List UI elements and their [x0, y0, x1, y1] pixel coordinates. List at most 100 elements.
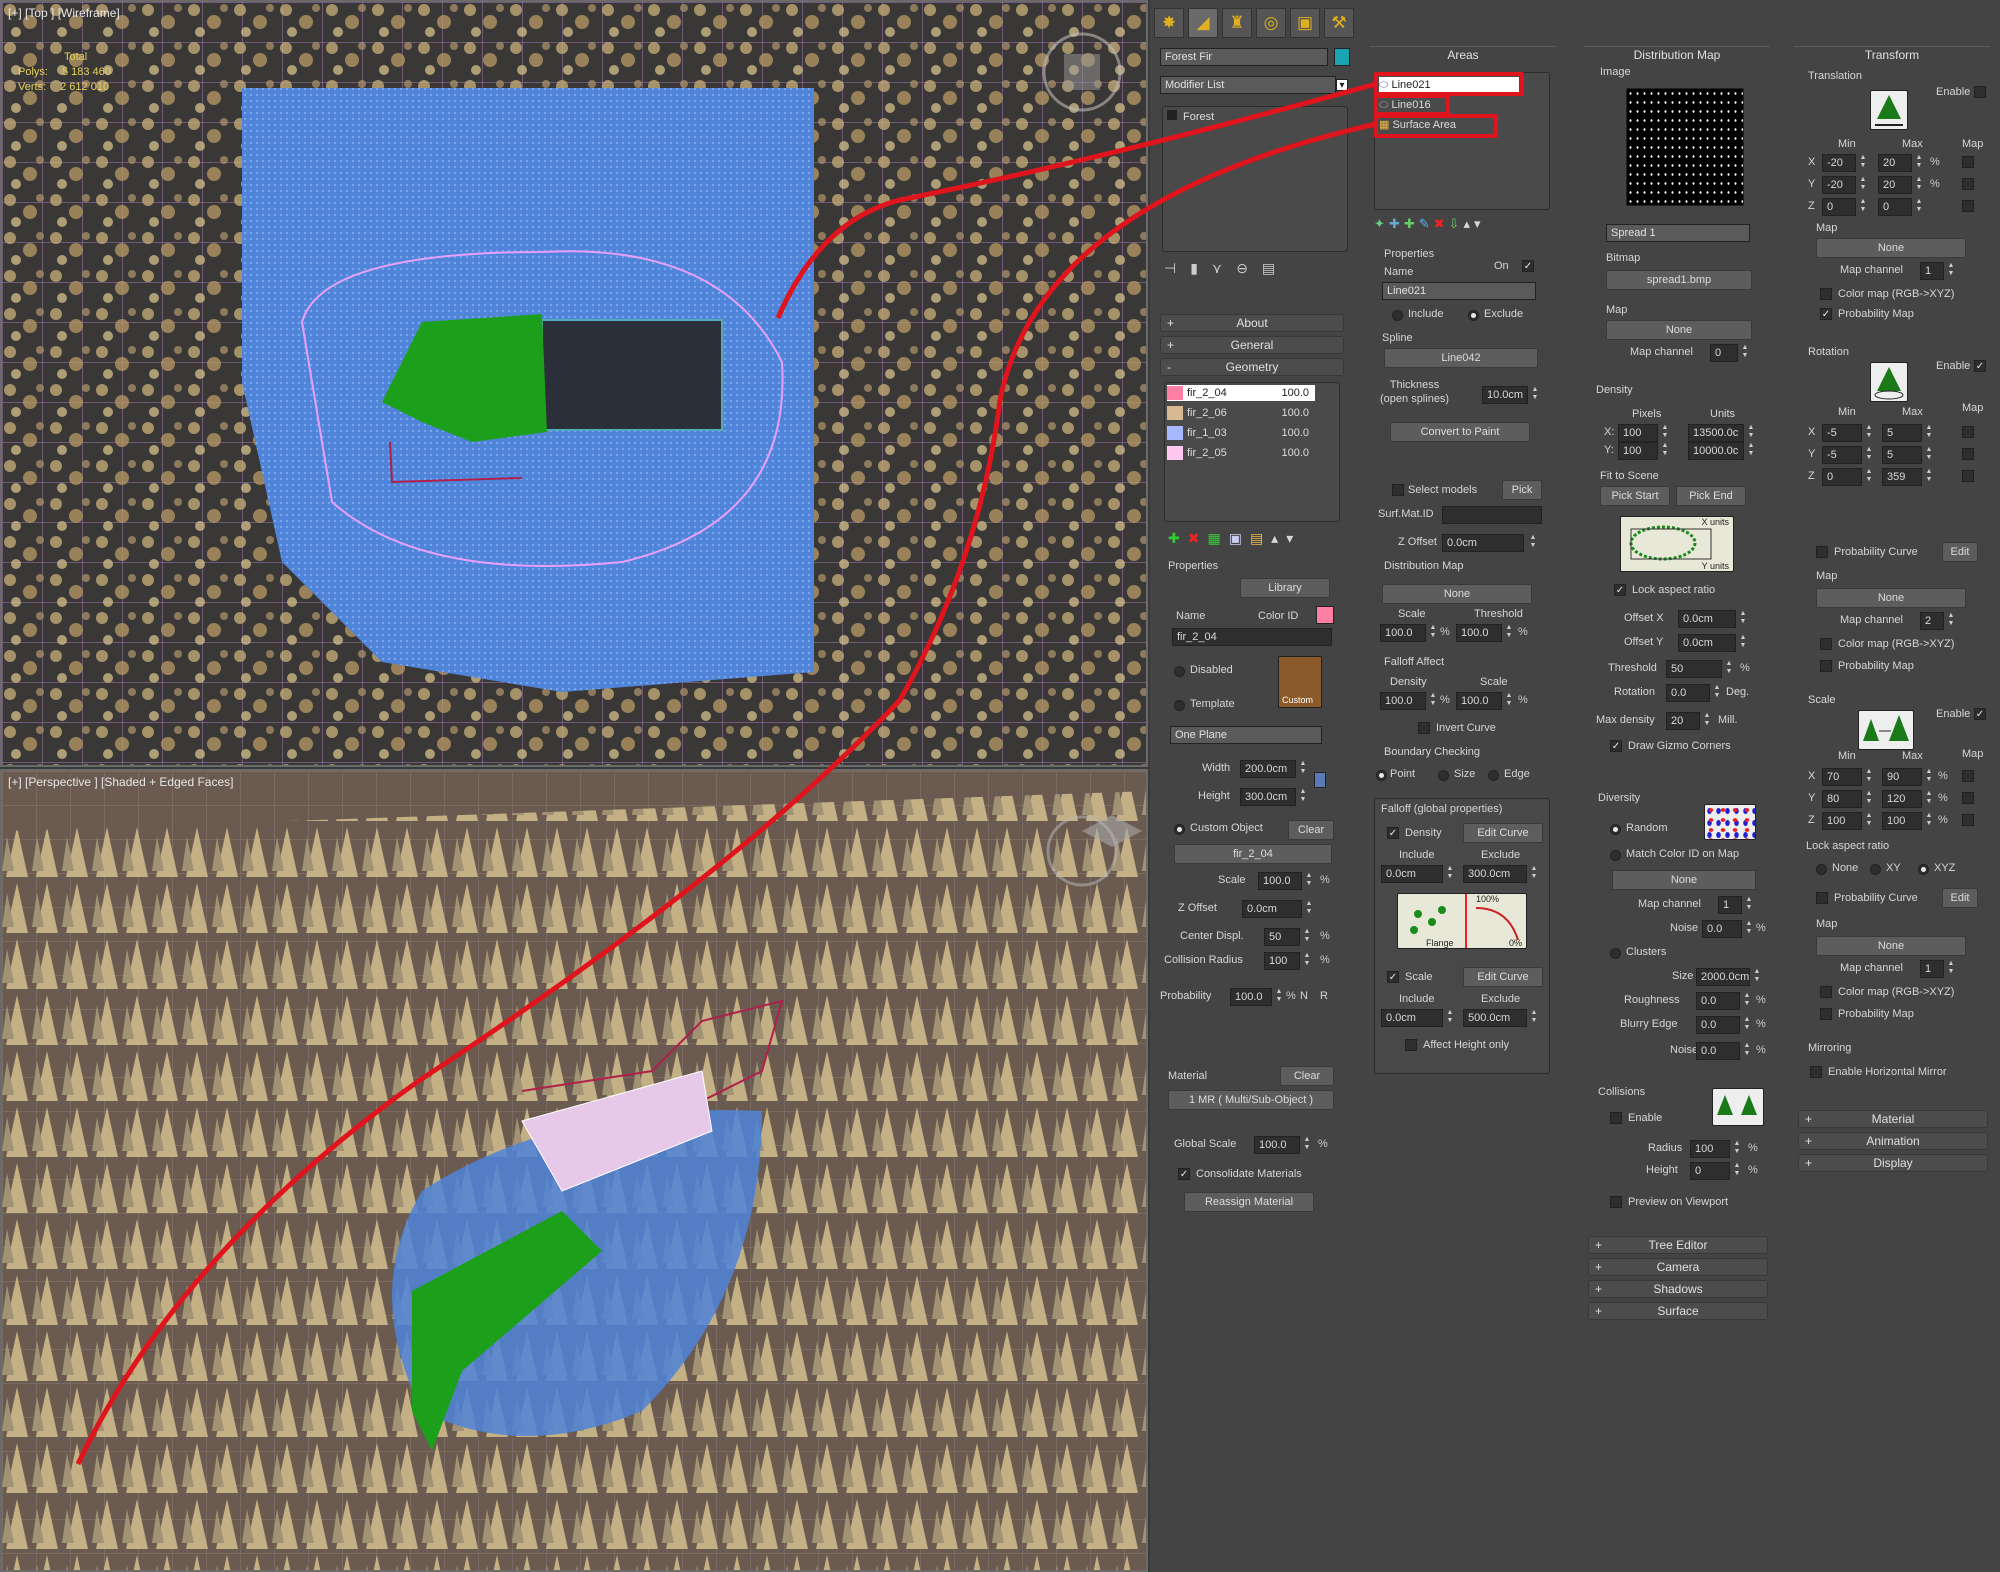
area-scale-field[interactable]: 100.0 [1380, 624, 1426, 642]
draw-gizmo-checkbox[interactable]: ✓ [1610, 740, 1622, 752]
probability-n-button[interactable]: N [1300, 990, 1308, 1002]
clusters-radio[interactable] [1610, 948, 1621, 959]
cluster-size-spinner[interactable]: ▲ ▼ [1752, 968, 1762, 986]
utilities-icon[interactable]: ⚒ [1324, 8, 1354, 38]
sx-min-field[interactable]: 70 [1822, 768, 1862, 786]
roughness-field[interactable]: 0.0 [1696, 992, 1740, 1010]
geometry-name-field[interactable]: fir_2_04 [1172, 628, 1332, 646]
convert-to-paint-button[interactable]: Convert to Paint [1390, 422, 1530, 442]
include-radio[interactable] [1392, 310, 1403, 321]
ty-max-spinner[interactable]: ▲ ▼ [1914, 176, 1924, 194]
bitmap-button[interactable]: spread1.bmp [1606, 270, 1752, 290]
pixels-x-spinner[interactable]: ▲ ▼ [1660, 424, 1670, 442]
sx-min-spinner[interactable]: ▲ ▼ [1864, 768, 1874, 786]
lock-xy-radio[interactable] [1870, 864, 1881, 875]
s-prob-curve-checkbox[interactable] [1816, 892, 1828, 904]
cluster-noise-spinner[interactable]: ▲ ▼ [1742, 1042, 1752, 1060]
density-include-field[interactable]: 0.0cm [1381, 865, 1443, 883]
div-map-channel-field[interactable]: 1 [1718, 896, 1742, 914]
div-map-channel-spinner[interactable]: ▲ ▼ [1744, 896, 1754, 914]
add-surface-icon[interactable]: ✚ [1404, 216, 1415, 236]
sy-min-field[interactable]: 80 [1822, 790, 1862, 808]
configure-modifier-icon[interactable]: ▤ [1262, 260, 1275, 282]
sz-max-spinner[interactable]: ▲ ▼ [1924, 812, 1934, 830]
dist-map-channel-spinner[interactable]: ▲ ▼ [1740, 344, 1750, 362]
units-y-spinner[interactable]: ▲ ▼ [1746, 442, 1756, 460]
viewport-top-label[interactable]: [+] [Top ] [Wireframe] [8, 6, 120, 20]
stack-item-forest[interactable]: Forest [1167, 109, 1214, 125]
pick-models-button[interactable]: Pick [1502, 480, 1542, 500]
pixels-x-field[interactable]: 100 [1618, 424, 1658, 442]
thickness-field[interactable]: 10.0cm [1482, 386, 1528, 404]
r-map-button[interactable]: None [1816, 588, 1966, 608]
custom-object-pick-button[interactable]: fir_2_04 [1174, 844, 1332, 864]
area-on-checkbox[interactable]: ✓ [1522, 260, 1534, 272]
geometry-item[interactable]: fir_2_06 100.0 [1167, 405, 1315, 421]
size-radio[interactable] [1438, 770, 1449, 781]
ry-map-checkbox[interactable] [1962, 448, 1974, 460]
global-scale-spinner[interactable]: ▲ ▼ [1302, 1136, 1312, 1154]
copy-icon[interactable]: ▣ [1229, 530, 1242, 550]
remove-modifier-icon[interactable]: ⊖ [1236, 260, 1248, 282]
cluster-size-field[interactable]: 2000.0cm [1696, 968, 1750, 986]
width-field[interactable]: 200.0cm [1240, 760, 1296, 778]
modifier-list-dropdown[interactable]: Modifier List [1160, 76, 1336, 94]
ty-max-field[interactable]: 20 [1878, 176, 1912, 194]
sx-max-spinner[interactable]: ▲ ▼ [1924, 768, 1934, 786]
probability-field[interactable]: 100.0 [1230, 988, 1272, 1006]
dist-threshold-spinner[interactable]: ▲ ▼ [1724, 660, 1734, 678]
motion-icon[interactable]: ◎ [1256, 8, 1286, 38]
tx-max-spinner[interactable]: ▲ ▼ [1914, 154, 1924, 172]
s-color-map-checkbox[interactable] [1820, 986, 1832, 998]
custom-object-clear-button[interactable]: Clear [1288, 820, 1334, 840]
ry-max-field[interactable]: 5 [1882, 446, 1922, 464]
translation-enable-checkbox[interactable] [1974, 86, 1986, 98]
density-exclude-field[interactable]: 300.0cm [1463, 865, 1527, 883]
scale-exclude-field[interactable]: 500.0cm [1463, 1009, 1527, 1027]
area-threshold-spinner[interactable]: ▲ ▼ [1504, 624, 1514, 642]
spline-pick-button[interactable]: Line042 [1384, 348, 1538, 368]
center-displ-field[interactable]: 50 [1264, 928, 1300, 946]
modifier-list-arrow-icon[interactable]: ▾ [1336, 79, 1348, 91]
consolidate-materials-checkbox[interactable]: ✓ [1178, 1168, 1190, 1180]
t-map-channel-spinner[interactable]: ▲ ▼ [1946, 262, 1956, 280]
custom-object-radio[interactable] [1174, 824, 1185, 835]
rollout-camera[interactable]: + Camera [1588, 1258, 1768, 1276]
density-exclude-spinner[interactable]: ▲ ▼ [1529, 865, 1539, 883]
hierarchy-icon[interactable]: ♜ [1222, 8, 1252, 38]
rx-max-field[interactable]: 5 [1882, 424, 1922, 442]
edge-radio[interactable] [1488, 770, 1499, 781]
ty-map-checkbox[interactable] [1962, 178, 1974, 190]
rx-min-spinner[interactable]: ▲ ▼ [1864, 424, 1874, 442]
ry-min-spinner[interactable]: ▲ ▼ [1864, 446, 1874, 464]
offset-x-spinner[interactable]: ▲ ▼ [1738, 610, 1748, 628]
blurry-edge-spinner[interactable]: ▲ ▼ [1742, 1016, 1752, 1034]
transform-title[interactable]: Transform [1794, 46, 1990, 62]
pick-start-button[interactable]: Pick Start [1600, 486, 1670, 506]
offset-y-field[interactable]: 0.0cm [1678, 634, 1736, 652]
pixels-y-spinner[interactable]: ▲ ▼ [1660, 442, 1670, 460]
rz-min-spinner[interactable]: ▲ ▼ [1864, 468, 1874, 486]
sy-min-spinner[interactable]: ▲ ▼ [1864, 790, 1874, 808]
move-area-icon[interactable]: ⇩ [1449, 216, 1460, 236]
create-icon[interactable]: ✸ [1154, 8, 1184, 38]
geometry-item[interactable]: fir_2_04 100.0 [1167, 385, 1315, 401]
sx-max-field[interactable]: 90 [1882, 768, 1922, 786]
dist-map-channel-field[interactable]: 0 [1710, 344, 1738, 362]
material-clear-button[interactable]: Clear [1280, 1066, 1334, 1086]
custom-thumbnail[interactable]: Custom [1278, 656, 1322, 708]
display-icon[interactable]: ▣ [1290, 8, 1320, 38]
s-map-channel-spinner[interactable]: ▲ ▼ [1946, 960, 1956, 978]
area-scale-spinner[interactable]: ▲ ▼ [1428, 624, 1438, 642]
spread-select[interactable]: Spread 1 [1606, 224, 1750, 242]
make-unique-icon[interactable]: ⋎ [1212, 260, 1222, 282]
density-include-spinner[interactable]: ▲ ▼ [1445, 865, 1455, 883]
s-map-button[interactable]: None [1816, 936, 1966, 956]
distribution-image[interactable] [1626, 88, 1744, 206]
sy-max-spinner[interactable]: ▲ ▼ [1924, 790, 1934, 808]
add-list-icon[interactable]: ▦ [1207, 530, 1220, 550]
rz-max-spinner[interactable]: ▲ ▼ [1924, 468, 1934, 486]
center-displ-spinner[interactable]: ▲ ▼ [1302, 928, 1312, 946]
rollout-animation[interactable]: + Animation [1798, 1132, 1988, 1150]
match-color-radio[interactable] [1610, 850, 1621, 861]
